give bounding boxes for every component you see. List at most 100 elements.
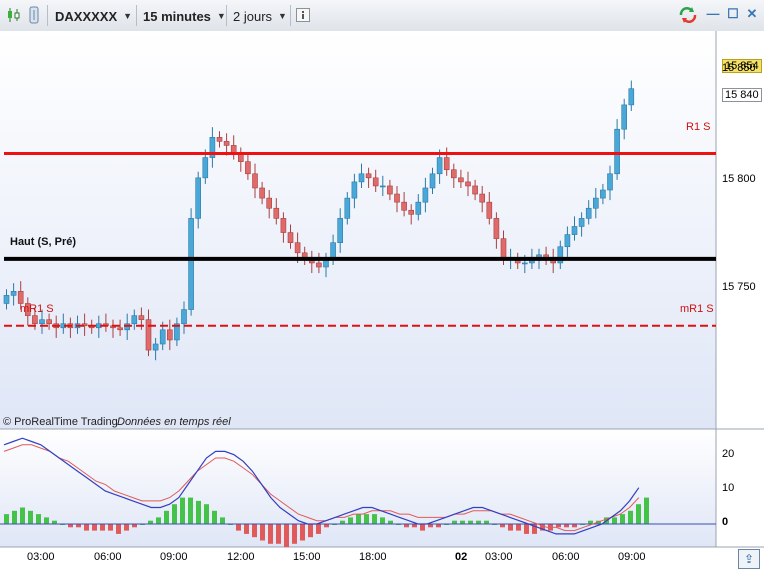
macd-bar <box>612 517 617 524</box>
candle-body <box>365 173 372 179</box>
macd-bar <box>108 524 113 531</box>
candle-body <box>401 201 407 211</box>
candle-body <box>294 242 301 254</box>
link-icon[interactable] <box>26 4 42 26</box>
macd-bar <box>308 524 313 538</box>
macd-bar <box>84 524 89 531</box>
candle-body <box>628 88 635 106</box>
candle-body <box>592 197 599 209</box>
chevron-down-icon: ▼ <box>123 11 133 21</box>
copyright-label: © ProRealTime Trading <box>3 416 118 428</box>
macd-bar <box>284 524 289 548</box>
candle-body <box>600 189 606 199</box>
close-button[interactable]: ✕ <box>745 7 759 21</box>
candle-body <box>358 173 365 183</box>
macd-bar <box>220 517 225 524</box>
maximize-button[interactable]: ☐ <box>726 7 740 21</box>
indicator-label-10: 10 <box>722 482 735 494</box>
candlestick-icon[interactable] <box>6 4 22 26</box>
macd-bar <box>164 510 169 524</box>
candle-body <box>117 327 123 331</box>
candle-body <box>344 197 351 219</box>
candle-body <box>259 187 265 199</box>
macd-bar <box>316 524 321 534</box>
candle-body <box>521 262 528 265</box>
candle-body <box>216 137 223 142</box>
macd-bar <box>276 524 281 544</box>
macd-bar <box>100 524 105 531</box>
realtime-label: Données en temps réel <box>117 416 231 428</box>
candle-body <box>372 177 379 187</box>
macd-bar <box>244 524 249 534</box>
candle-body <box>124 323 130 331</box>
candle-body <box>159 329 166 345</box>
candle-body <box>458 177 464 183</box>
macd-bar <box>116 524 121 534</box>
candle-body <box>436 157 443 175</box>
macd-bar <box>348 517 353 524</box>
candle-body <box>223 141 230 146</box>
candle-body <box>131 315 138 325</box>
candle-body <box>10 291 17 296</box>
macd-bar <box>44 517 49 524</box>
candle-body <box>202 157 209 179</box>
macd-bar <box>4 514 9 524</box>
candle-body <box>493 218 500 239</box>
macd-bar <box>156 517 161 524</box>
refresh-button[interactable] <box>678 4 698 26</box>
macd-bar <box>12 510 17 524</box>
macd-bar <box>524 524 529 534</box>
candle-body <box>578 218 585 227</box>
candle-body <box>287 232 294 243</box>
chevron-down-icon: ▼ <box>278 11 287 21</box>
candle-body <box>188 218 194 310</box>
macd-bar <box>92 524 97 531</box>
macd-bar <box>268 524 273 544</box>
chart-area[interactable]: 15 854 15 840 15 850 15 800 15 750 R1 S … <box>0 31 764 569</box>
candle-body <box>245 161 251 175</box>
candle-body <box>195 177 201 219</box>
candle-body <box>621 104 628 130</box>
mr1-left-label: mR1 S <box>20 303 54 315</box>
macd-bar <box>204 504 209 524</box>
symbol-dropdown[interactable]: DAXXXXX ▼ <box>50 4 137 28</box>
timeframe-label: 15 minutes <box>143 8 211 24</box>
time-label: 12:00 <box>227 551 255 563</box>
candle-body <box>32 315 38 325</box>
price-chart-svg[interactable] <box>0 31 764 569</box>
macd-bar <box>260 524 265 541</box>
haut-label: Haut (S, Pré) <box>10 236 77 248</box>
candle-body <box>280 218 287 233</box>
info-button[interactable] <box>296 4 310 26</box>
scroll-to-latest-button[interactable]: ⇪ <box>738 549 760 569</box>
refresh-icon <box>679 7 697 23</box>
candle-body <box>17 291 24 304</box>
candle-body <box>415 201 422 215</box>
candle-body <box>138 315 145 320</box>
macd-bar <box>508 524 513 531</box>
candle-body <box>379 185 386 188</box>
candle-body <box>479 193 486 203</box>
candle-body <box>394 193 400 203</box>
timeframe-dropdown[interactable]: 15 minutes ▼ <box>138 4 231 28</box>
candle-body <box>443 157 450 171</box>
candle-body <box>3 295 10 304</box>
macd-bar <box>380 517 385 524</box>
candle-body <box>429 173 436 189</box>
time-label: 15:00 <box>293 551 321 563</box>
period-dropdown[interactable]: 2 jours ▼ <box>228 4 292 28</box>
minimize-button[interactable]: — <box>706 7 720 21</box>
macd-bar <box>36 514 41 524</box>
candle-body <box>387 185 393 195</box>
candle-body <box>252 173 258 189</box>
candle-body <box>472 185 478 195</box>
time-label: 06:00 <box>552 551 580 563</box>
macd-bar <box>636 504 641 524</box>
r1-label: R1 S <box>686 121 711 133</box>
candle-body <box>408 209 415 215</box>
time-label: 03:00 <box>485 551 513 563</box>
candle-body <box>486 201 493 219</box>
macd-bar <box>28 510 33 524</box>
time-label: 18:00 <box>359 551 387 563</box>
arrow-up-icon: ⇪ <box>743 552 755 566</box>
